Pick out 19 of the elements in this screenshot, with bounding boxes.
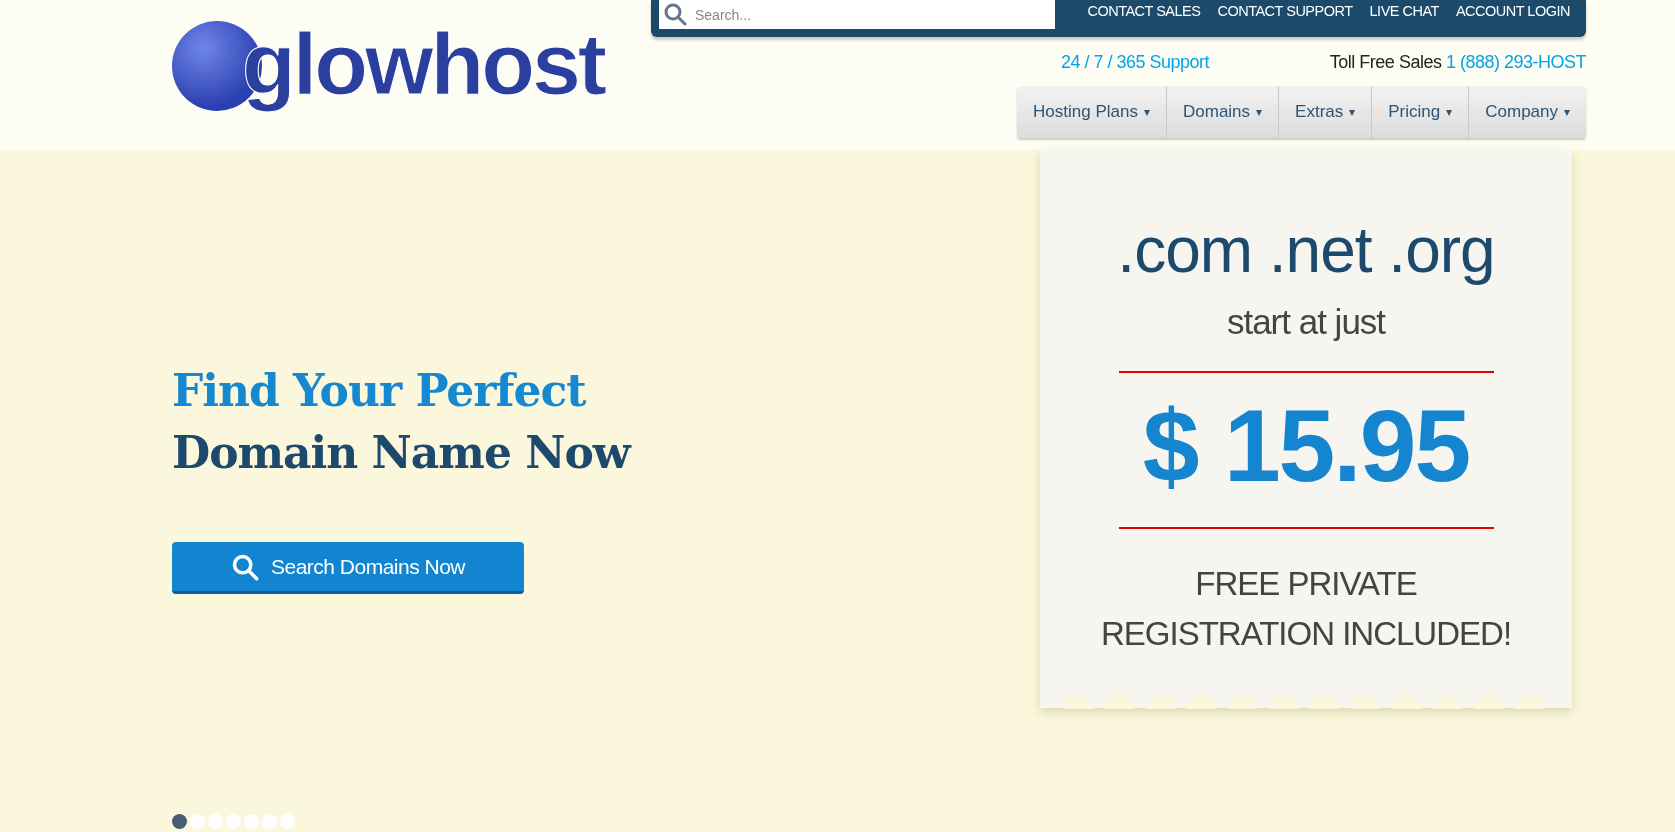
intro-text: start at just — [1226, 304, 1386, 339]
support-text: 24 / 7 / 365 Support — [1061, 51, 1210, 74]
nav-item[interactable]: Hosting Plans ▾ — [1017, 86, 1166, 138]
top-link[interactable]: CONTACT SALES — [1087, 1, 1201, 23]
nav-item[interactable]: Domains ▾ — [1166, 86, 1279, 138]
search-icon — [230, 552, 259, 581]
nav-item[interactable]: Extras ▾ — [1278, 86, 1372, 138]
hero-title: Find Your Perfect Domain Name Now — [172, 364, 633, 480]
nav-item[interactable]: Pricing ▾ — [1371, 86, 1469, 138]
top-link[interactable]: LIVE CHAT — [1369, 1, 1439, 23]
nav-item[interactable]: Company ▾ — [1468, 86, 1586, 138]
top-link[interactable]: CONTACT SUPPORT — [1217, 1, 1353, 23]
search-icon — [663, 2, 687, 26]
toll-free-sales-text: Toll Free Sales 1 (888) 293-HOST — [1329, 51, 1586, 74]
price-text: $ 15.95 — [1142, 395, 1470, 497]
search-domains-button[interactable]: Search Domains Now — [172, 542, 524, 594]
top-link[interactable]: ACCOUNT LOGIN — [1455, 1, 1570, 23]
registration-note: FREE PRIVATE REGISTRATION INCLUDED! — [1100, 564, 1512, 654]
search-field[interactable]: Search... — [659, 0, 1055, 29]
